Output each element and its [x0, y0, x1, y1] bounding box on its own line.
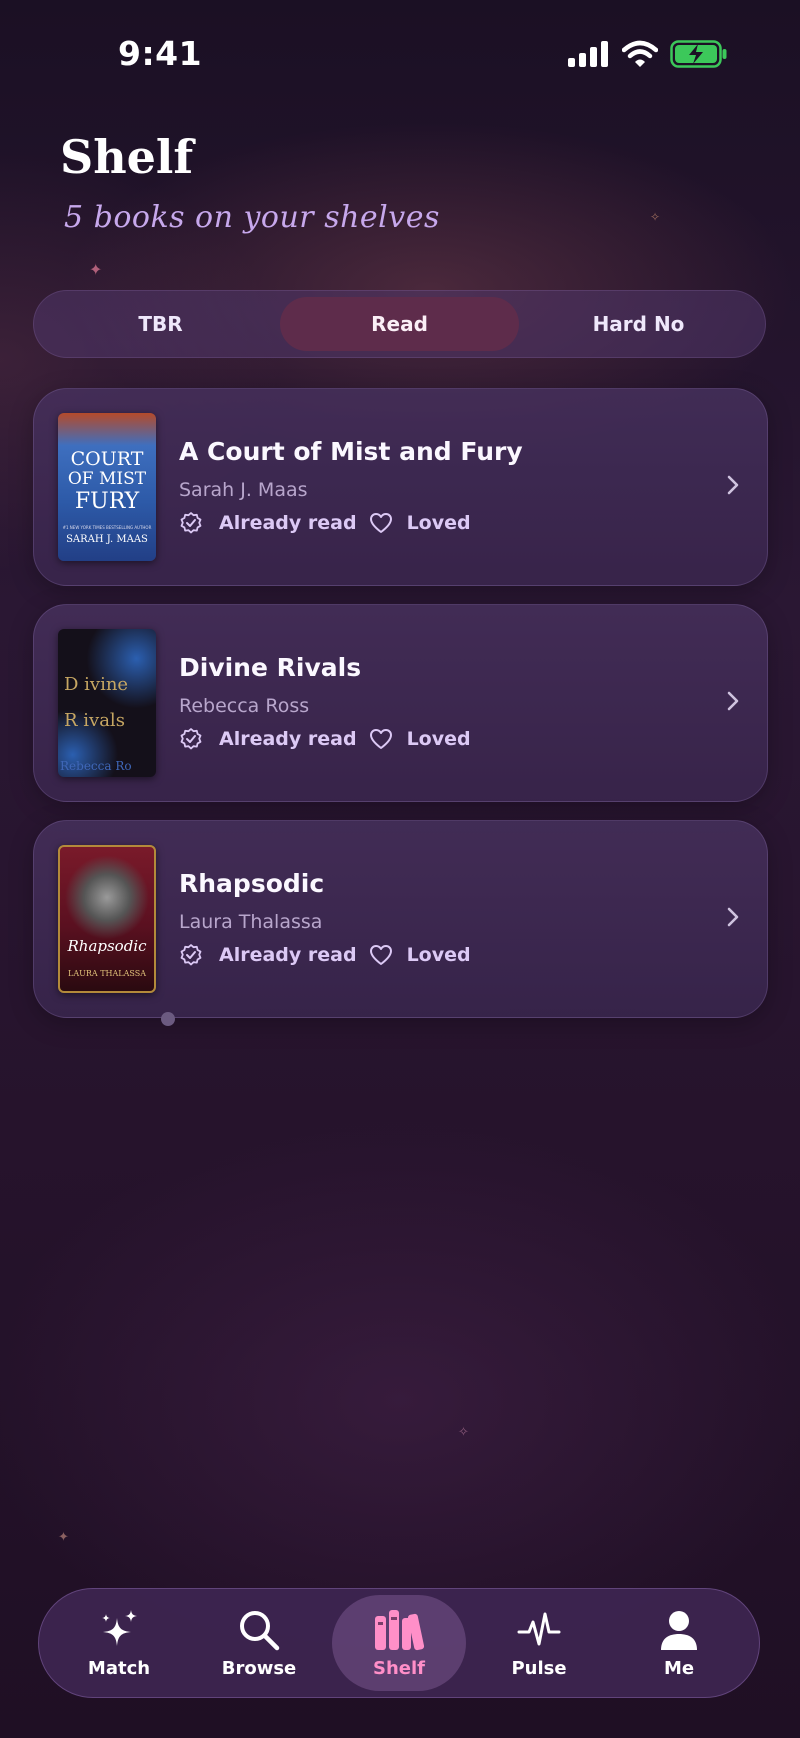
heart-icon: [369, 945, 392, 965]
scroll-indicator-dot: [161, 1012, 175, 1026]
battery-icon: [670, 40, 727, 68]
chevron-right-icon: [727, 475, 739, 495]
book-card[interactable]: D ivine R ivals Rebecca Ro Divine Rivals…: [33, 604, 768, 802]
cover-author: LAURA THALASSA: [68, 969, 146, 978]
book-cover: Rhapsodic LAURA THALASSA: [58, 845, 156, 993]
cover-tagline: #1 NEW YORK TIMES BESTSELLING AUTHOR: [62, 525, 152, 530]
chevron-right-icon: [727, 907, 739, 927]
book-meta: Already read Loved: [179, 943, 471, 967]
nav-label: Shelf: [373, 1657, 425, 1679]
book-card[interactable]: Rhapsodic LAURA THALASSA Rhapsodic Laura…: [33, 820, 768, 1018]
reaction-label: Loved: [406, 512, 471, 534]
verified-badge-icon: [180, 944, 202, 966]
book-title: Divine Rivals: [179, 653, 362, 682]
book-meta: Already read Loved: [179, 511, 471, 535]
sparkles-icon: [102, 1609, 137, 1646]
heart-icon: [369, 729, 392, 749]
read-status: Already read: [219, 512, 357, 534]
heart-icon: [369, 513, 392, 533]
cover-title-line: FURY: [74, 489, 140, 514]
status-time: 9:41: [118, 34, 203, 73]
cover-title-line: R ivals: [64, 710, 125, 731]
wifi-icon: [622, 40, 658, 67]
sparkle-icon: ✧: [650, 210, 661, 224]
book-card[interactable]: COURT OF MIST FURY SARAH J. MAAS #1 NEW …: [33, 388, 768, 586]
pulse-icon: [517, 1612, 561, 1645]
nav-label: Match: [87, 1657, 151, 1679]
nav-item-match[interactable]: Match: [52, 1595, 186, 1691]
read-status: Already read: [219, 944, 357, 966]
cover-author: Rebecca Ro: [60, 759, 132, 773]
book-cover: D ivine R ivals Rebecca Ro: [58, 629, 156, 777]
verified-badge-icon: [180, 728, 202, 750]
search-icon: [240, 1610, 280, 1650]
book-author: Rebecca Ross: [179, 695, 310, 717]
cover-title-line: Rhapsodic: [67, 937, 147, 955]
cover-title-line: COURT: [70, 448, 144, 470]
sparkle-icon: ✦: [89, 260, 103, 279]
book-meta: Already read Loved: [179, 727, 471, 751]
sparkle-icon: ✧: [458, 1425, 469, 1440]
tab-tbr[interactable]: TBR: [41, 297, 280, 351]
tab-hard-no[interactable]: Hard No: [519, 297, 758, 351]
nav-item-me[interactable]: Me: [612, 1595, 746, 1691]
nav-label: Browse: [221, 1657, 297, 1679]
bottom-nav: Match Browse Shelf Pulse Me: [38, 1588, 760, 1698]
book-author: Laura Thalassa: [179, 911, 323, 933]
read-status: Already read: [219, 728, 357, 750]
nav-item-browse[interactable]: Browse: [192, 1595, 326, 1691]
cover-author: SARAH J. MAAS: [66, 534, 148, 545]
signal-icon: [568, 41, 608, 67]
shelf-tabs: TBR Read Hard No: [33, 290, 766, 358]
book-author: Sarah J. Maas: [179, 479, 308, 501]
chevron-right-icon: [727, 691, 739, 711]
page-subtitle: 5 books on your shelves: [64, 200, 440, 235]
page-title: Shelf: [60, 130, 194, 184]
cover-title-line: D ivine: [64, 674, 129, 695]
books-icon: [375, 1609, 425, 1650]
sparkle-icon: ✦: [58, 1530, 69, 1545]
reaction-label: Loved: [406, 728, 471, 750]
nav-item-pulse[interactable]: Pulse: [472, 1595, 606, 1691]
reaction-label: Loved: [406, 944, 471, 966]
book-title: Rhapsodic: [179, 869, 325, 898]
tab-read[interactable]: Read: [280, 297, 519, 351]
status-icons: [568, 40, 728, 68]
nav-label: Pulse: [511, 1657, 567, 1679]
book-title: A Court of Mist and Fury: [179, 437, 523, 466]
nav-item-shelf[interactable]: Shelf: [332, 1595, 466, 1691]
book-cover: COURT OF MIST FURY SARAH J. MAAS #1 NEW …: [58, 413, 156, 561]
verified-badge-icon: [180, 512, 202, 534]
person-icon: [661, 1610, 697, 1650]
nav-label: Me: [663, 1657, 695, 1679]
cover-title-line: OF MIST: [67, 469, 147, 489]
